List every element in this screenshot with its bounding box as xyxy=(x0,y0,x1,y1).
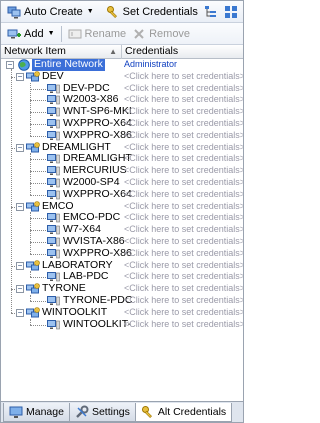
tree-root[interactable]: − Entire Network Administrator xyxy=(1,59,243,71)
toolbar-separator xyxy=(60,25,62,42)
tree-computer[interactable]: DEV-PDC <Click here to set credentials> xyxy=(1,82,243,95)
computer-label[interactable]: WINTOOLKIT- xyxy=(63,318,131,331)
tree-computer[interactable]: EMCO-PDC <Click here to set credentials> xyxy=(1,212,243,224)
computer-credentials[interactable]: <Click here to set credentials> xyxy=(124,177,243,189)
domain-credentials[interactable]: <Click here to set credentials> xyxy=(124,142,243,154)
tree-domain-emco[interactable]: − EMCO <Click here to set credentials> xyxy=(1,200,243,213)
tree-view-icon xyxy=(204,5,218,19)
computer-credentials[interactable]: <Click here to set credentials> xyxy=(124,106,243,118)
tab-manage[interactable]: Manage xyxy=(3,403,70,422)
rename-icon xyxy=(68,27,82,41)
set-credentials-button[interactable]: Set Credentials xyxy=(103,2,201,22)
computer-credentials[interactable]: <Click here to set credentials> xyxy=(124,153,243,165)
domain-credentials[interactable]: <Click here to set credentials> xyxy=(124,201,243,213)
key-icon xyxy=(141,405,155,419)
column-header: Network Item ▲ Credentials xyxy=(1,45,243,59)
domain-credentials[interactable]: <Click here to set credentials> xyxy=(124,71,243,83)
column-header-network-item[interactable]: Network Item ▲ xyxy=(1,45,122,59)
monitor-icon xyxy=(9,405,23,419)
collapse-icon[interactable]: − xyxy=(16,308,24,317)
tree-view-button[interactable] xyxy=(201,2,221,22)
tree-computer[interactable]: WXPPRO-X86 <Click here to set credentials… xyxy=(1,247,243,260)
domain-label[interactable]: DEV xyxy=(42,70,64,83)
tree-domain-dev[interactable]: − DEV <Click here to set credentials> xyxy=(1,70,243,83)
computer-label[interactable]: WXPPRO-X86 xyxy=(63,247,132,260)
collapse-icon[interactable]: − xyxy=(16,285,24,294)
computer-credentials[interactable]: <Click here to set credentials> xyxy=(124,212,243,224)
tab-alt-credentials[interactable]: Alt Credentials xyxy=(134,403,233,422)
add-computer-icon xyxy=(7,27,21,41)
chevron-down-icon: ▼ xyxy=(86,8,94,15)
tree-domain-wintoolkit[interactable]: − WINTOOLKIT <Click here to set credential… xyxy=(1,306,243,319)
toolbar-edit: Add ▼ Rename Remove xyxy=(1,23,243,45)
wrench-icon xyxy=(75,405,89,419)
tab-settings[interactable]: Settings xyxy=(68,403,136,422)
computer-credentials[interactable]: <Click here to set credentials> xyxy=(124,319,243,331)
remove-label: Remove xyxy=(149,27,191,40)
computer-credentials[interactable]: <Click here to set credentials> xyxy=(124,295,243,307)
tree-computer[interactable]: WXPPRO-X86 <Click here to set credentials… xyxy=(1,129,243,142)
domain-label[interactable]: WINTOOLKIT xyxy=(42,306,107,319)
computer-credentials[interactable]: <Click here to set credentials> xyxy=(124,130,243,142)
tree-computer[interactable]: WINTOOLKIT- <Click here to set credential… xyxy=(1,318,243,331)
collapse-icon[interactable]: − xyxy=(16,143,24,152)
bottom-tab-bar: Manage Settings Alt Credentials xyxy=(1,401,243,422)
computer-label[interactable]: WXPPRO-X86 xyxy=(63,129,132,142)
column-header-credentials[interactable]: Credentials xyxy=(122,45,243,59)
credentials-panel: Auto Create ▼ Set Credentials Add ▼ Rena… xyxy=(0,0,244,423)
tree-domain-laboratory[interactable]: − LABORATORY <Click here to set credential… xyxy=(1,259,243,272)
tree-computer[interactable]: MERCURIUS <Click here to set credentials> xyxy=(1,164,243,177)
sort-ascending-icon: ▲ xyxy=(109,47,117,56)
computer-label[interactable]: WXPPRO-X64 xyxy=(63,188,132,201)
computer-credentials[interactable]: <Click here to set credentials> xyxy=(124,224,243,236)
domain-credentials[interactable]: <Click here to set credentials> xyxy=(124,307,243,319)
computers-icon xyxy=(7,5,21,19)
tree-computer[interactable]: LAB-PDC <Click here to set credentials> xyxy=(1,271,243,283)
computer-credentials[interactable]: <Click here to set credentials> xyxy=(124,189,243,201)
chevron-down-icon: ▼ xyxy=(47,30,55,37)
view-options-button[interactable] xyxy=(221,2,241,22)
add-label: Add xyxy=(24,27,44,40)
computer-credentials[interactable]: <Click here to set credentials> xyxy=(124,271,243,283)
auto-create-label: Auto Create xyxy=(24,5,83,18)
computer-credentials[interactable]: <Click here to set credentials> xyxy=(124,165,243,177)
computer-credentials[interactable]: <Click here to set credentials> xyxy=(124,83,243,95)
remove-button[interactable]: Remove xyxy=(129,24,193,44)
remove-icon xyxy=(132,27,146,41)
computer-credentials[interactable]: <Click here to set credentials> xyxy=(124,248,243,260)
domain-credentials[interactable]: <Click here to set credentials> xyxy=(124,260,243,272)
collapse-icon[interactable]: − xyxy=(16,202,24,211)
computer-credentials[interactable]: <Click here to set credentials> xyxy=(124,118,243,130)
computer-credentials[interactable]: <Click here to set credentials> xyxy=(124,94,243,106)
set-credentials-label: Set Credentials xyxy=(122,5,198,18)
network-tree: − Entire Network Administrator − DEV <Click h… xyxy=(1,59,243,401)
collapse-icon[interactable]: − xyxy=(16,261,24,270)
tree-computer[interactable]: WXPPRO-X64 <Click here to set credentials… xyxy=(1,188,243,201)
auto-create-button[interactable]: Auto Create ▼ xyxy=(4,2,97,22)
root-credentials[interactable]: Administrator xyxy=(124,59,177,71)
grid-icon xyxy=(224,5,238,19)
toolbar-top: Auto Create ▼ Set Credentials xyxy=(1,1,243,23)
key-icon xyxy=(106,5,120,19)
domain-credentials[interactable]: <Click here to set credentials> xyxy=(124,283,243,295)
tree-computer[interactable]: TYRONE-PDC <Click here to set credentials… xyxy=(1,294,243,307)
collapse-icon[interactable]: − xyxy=(6,61,14,69)
rename-label: Rename xyxy=(84,27,127,40)
rename-button[interactable]: Rename xyxy=(65,24,130,44)
computer-credentials[interactable]: <Click here to set credentials> xyxy=(124,236,243,248)
add-button[interactable]: Add ▼ xyxy=(4,24,58,44)
collapse-icon[interactable]: − xyxy=(16,72,24,81)
